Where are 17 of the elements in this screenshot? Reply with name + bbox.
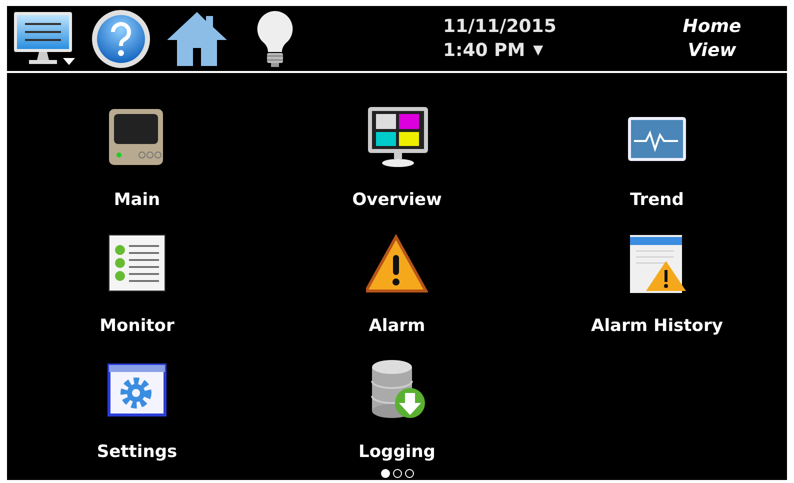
app-tile-label[interactable]: Alarm: [368, 315, 426, 337]
app-tile-label[interactable]: Overview: [352, 189, 442, 211]
time-text: 1:40 PM: [443, 38, 526, 62]
date-text: 11/11/2015: [443, 14, 556, 38]
monitor-icon: [366, 107, 428, 169]
help-icon[interactable]: [91, 8, 151, 68]
app-tile-label[interactable]: Logging: [358, 441, 436, 463]
app-tile-label[interactable]: Trend: [630, 189, 684, 211]
app-tile-label[interactable]: Alarm History: [591, 315, 723, 337]
app-tile-label[interactable]: Settings: [96, 441, 178, 463]
view-title: Home View: [682, 14, 742, 62]
warning-icon: [366, 233, 428, 295]
app-tile-label[interactable]: Main: [114, 189, 160, 211]
time-dropdown[interactable]: ▼: [533, 44, 544, 57]
app-tile-label[interactable]: Monitor: [100, 315, 174, 337]
home-icon[interactable]: [165, 10, 229, 68]
monitor-menu-icon[interactable]: [13, 10, 77, 68]
